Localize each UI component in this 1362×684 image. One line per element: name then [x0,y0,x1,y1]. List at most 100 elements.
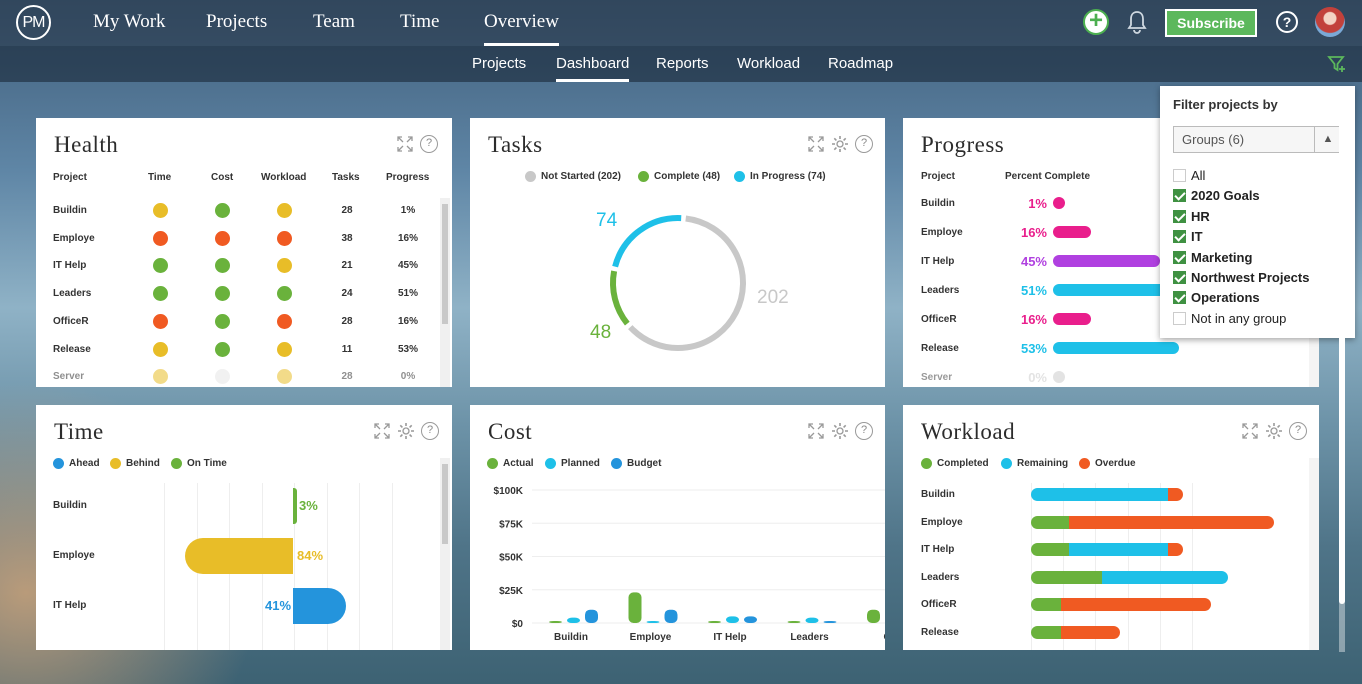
legend-completed: Completed [921,458,989,469]
project-name[interactable]: Buildin [921,198,955,209]
subnav-workload[interactable]: Workload [737,46,800,82]
subscribe-button[interactable]: Subscribe [1165,9,1257,37]
project-name[interactable]: IT Help [921,256,954,267]
time-label: 84% [297,548,324,563]
project-name[interactable]: OfficeR [921,314,957,325]
project-name[interactable]: Employe [921,517,963,528]
y-tick-label: $0 [512,619,524,630]
cost-bar-chart: $100K $75K $50K $25K $0 Buildin Employe IT Help… [494,486,885,643]
filter-option[interactable]: IT [1173,229,1203,244]
progress-value: 1% [400,205,416,216]
filter-icon[interactable] [1327,54,1347,74]
donut-label-in-progress: 74 [596,210,618,231]
donut-segment-not-started [628,215,746,351]
filter-checkbox[interactable] [1173,311,1186,325]
legend-budget: Budget [611,458,661,469]
settings-gear-icon[interactable] [397,422,415,440]
filter-checkbox[interactable] [1173,291,1186,305]
filter-checkbox[interactable] [1173,271,1186,284]
project-name[interactable]: IT Help [53,600,86,611]
settings-gear-icon[interactable] [831,135,849,153]
subnav-projects[interactable]: Projects [472,46,526,82]
project-name[interactable]: Buildin [53,205,87,216]
project-name[interactable]: Server [921,372,952,383]
tasks-title: Tasks [488,132,543,157]
help-icon[interactable]: ? [855,135,873,153]
settings-gear-icon[interactable] [1265,422,1283,440]
notification-bell-icon[interactable] [1126,10,1148,34]
expand-icon[interactable] [1241,422,1259,440]
user-avatar[interactable] [1315,7,1345,37]
pm-logo[interactable]: PM [16,5,51,40]
add-icon[interactable]: + [1083,9,1109,35]
workload-bar-overdue [1167,543,1183,557]
settings-gear-icon[interactable] [831,422,849,440]
filter-option[interactable]: Northwest Projects [1173,270,1309,285]
cost-bar-actual [787,621,801,623]
filter-option[interactable]: Marketing [1173,250,1252,265]
filter-checkbox[interactable] [1173,189,1186,203]
help-icon[interactable]: ? [420,135,438,153]
help-icon[interactable]: ? [1289,422,1307,440]
project-name[interactable]: Leaders [921,285,959,296]
time-scrollbar[interactable] [440,458,450,650]
filter-checkbox[interactable] [1173,250,1186,264]
project-name[interactable]: Release [53,344,91,355]
project-name[interactable]: OfficeR [921,599,957,610]
project-name[interactable]: Leaders [53,288,91,299]
legend-in-progress: In Progress (74) [734,171,826,182]
filter-option[interactable]: HR [1173,209,1210,224]
expand-icon[interactable] [396,135,414,153]
status-dot-workload [277,203,292,218]
subnav-dashboard[interactable]: Dashboard [556,46,630,82]
subnav-reports[interactable]: Reports [656,46,709,82]
expand-icon[interactable] [373,422,391,440]
nav-my-work[interactable]: My Work [93,0,166,46]
project-name[interactable]: Employe [53,233,95,244]
cost-bar-actual [628,592,642,623]
project-name[interactable]: IT Help [921,544,954,555]
help-icon[interactable]: ? [421,422,439,440]
project-name[interactable]: Buildin [53,500,87,511]
cost-bar-planned [646,621,660,623]
health-scrollbar[interactable] [440,198,450,387]
health-panel: Health ? Project Time Cost Workload Task… [36,118,452,387]
expand-icon[interactable] [807,135,825,153]
expand-icon[interactable] [807,422,825,440]
project-name[interactable]: Buildin [921,489,955,500]
gridline [326,483,328,650]
page-scrollbar-thumb[interactable] [1339,86,1345,604]
filter-checkbox[interactable] [1173,169,1186,182]
filter-checkbox[interactable] [1173,209,1186,223]
status-dot-cost [215,313,230,329]
project-name[interactable]: IT Help [53,260,86,271]
chevron-up-icon[interactable]: ▲ [1314,127,1341,152]
project-name[interactable]: Release [921,343,959,354]
help-icon[interactable]: ? [855,422,873,440]
col-header-workload: Workload [261,172,307,183]
filter-option[interactable]: Not in any group [1173,311,1286,326]
progress-bar [1053,197,1065,209]
project-name[interactable]: Leaders [921,572,959,583]
filter-option[interactable]: Operations [1173,290,1260,305]
project-name[interactable]: Employe [921,227,963,238]
nav-projects[interactable]: Projects [206,0,267,46]
project-name[interactable]: OfficeR [53,316,89,327]
legend-actual: Actual [487,458,534,469]
project-name[interactable]: Release [921,627,959,638]
subnav-roadmap[interactable]: Roadmap [828,46,893,82]
filter-option[interactable]: 2020 Goals [1173,188,1260,203]
nav-time[interactable]: Time [400,0,439,46]
filter-checkbox[interactable] [1173,230,1186,244]
tasks-panel: Tasks ? Not Started (202) Complete (48) … [470,118,885,387]
groups-select[interactable]: Groups (6) ▲ [1173,126,1342,153]
filter-option-label: HR [1191,208,1210,224]
help-icon[interactable]: ? [1276,11,1298,33]
workload-scrollbar[interactable] [1309,458,1319,650]
project-name[interactable]: Employe [53,550,95,561]
nav-team[interactable]: Team [313,0,355,46]
filter-option[interactable]: All [1173,168,1205,183]
nav-overview[interactable]: Overview [484,0,559,46]
project-name[interactable]: Server [53,371,84,382]
workload-bar-remaining [1101,570,1229,584]
